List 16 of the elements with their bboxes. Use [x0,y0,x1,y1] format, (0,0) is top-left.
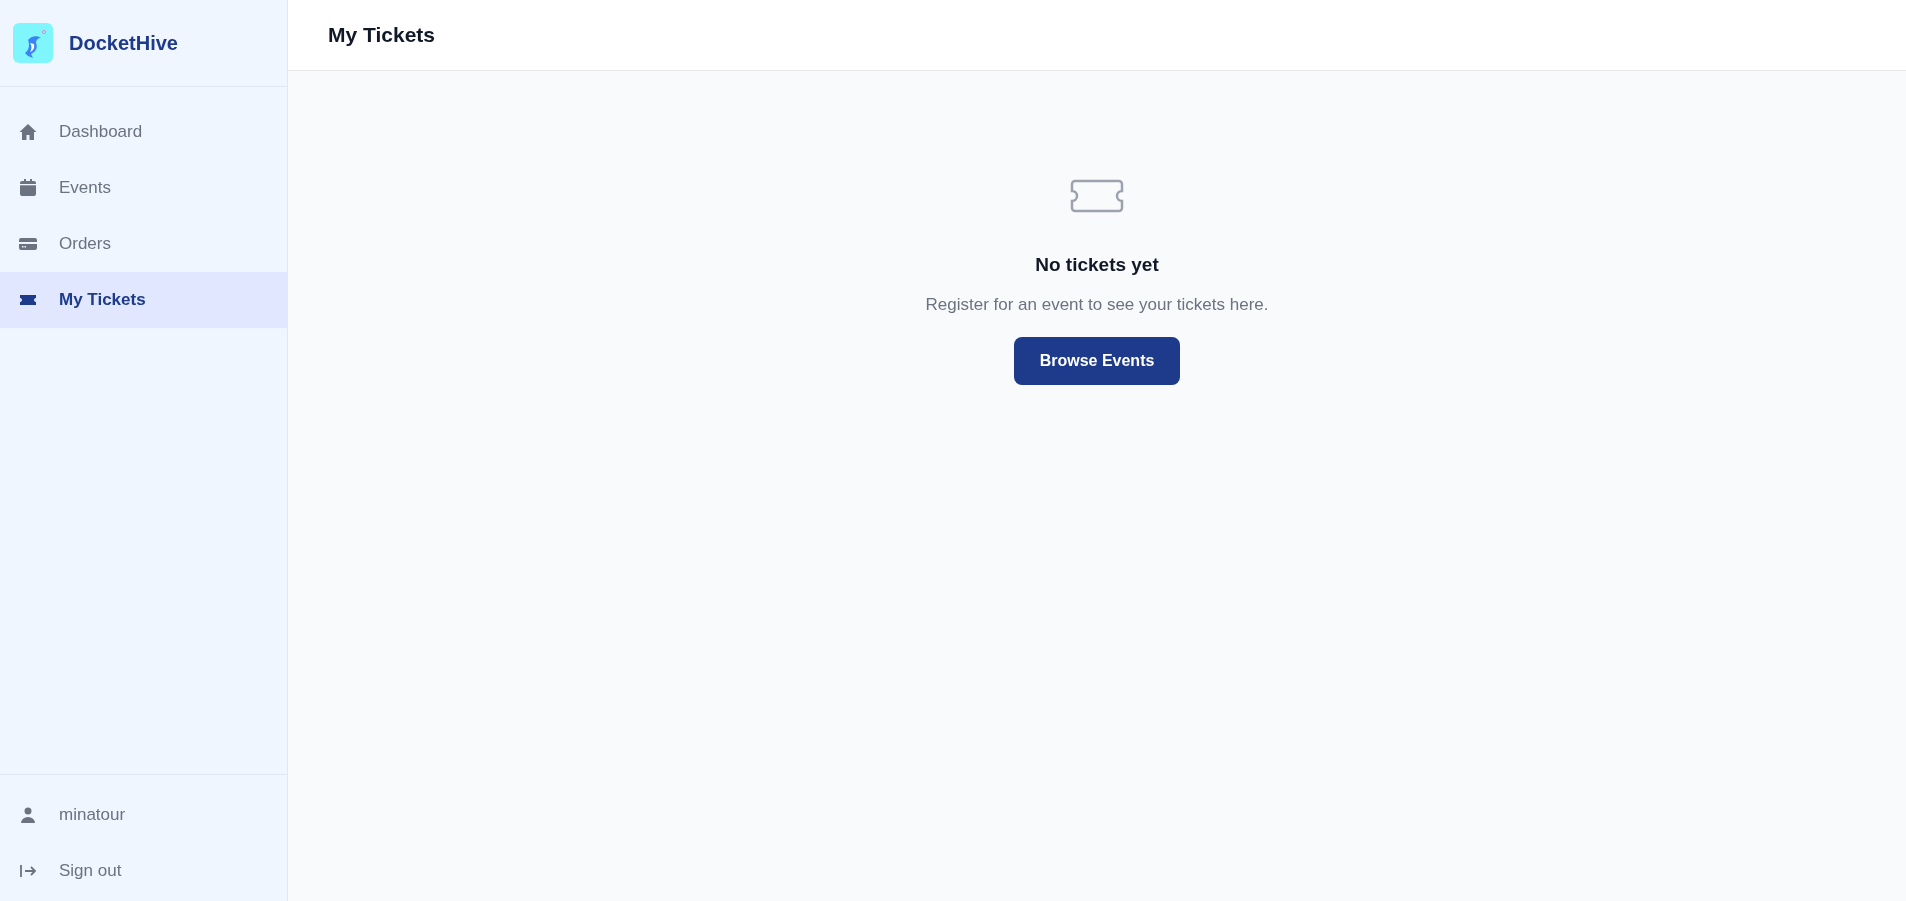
sidebar-item[interactable]: Events [0,160,287,216]
empty-title: No tickets yet [1035,253,1159,277]
sidebar-item[interactable]: Dashboard [0,104,287,160]
sidebar-item[interactable]: Orders [0,216,287,272]
home-icon [18,122,38,142]
sign-out-link[interactable]: Sign out [0,843,287,899]
sidebar-item[interactable]: My Tickets [0,272,287,328]
dolphin-logo-icon [13,23,53,63]
user-name[interactable]: minatour [0,787,287,843]
browse-events-button[interactable]: Browse Events [1013,337,1181,385]
brand-name: DocketHive [69,31,178,56]
user-icon [18,805,38,825]
page-title: My Tickets [328,22,435,49]
empty-message: Register for an event to see your tickets here. [925,293,1269,316]
ticket-icon [1070,179,1124,213]
calendar-icon [18,178,38,198]
